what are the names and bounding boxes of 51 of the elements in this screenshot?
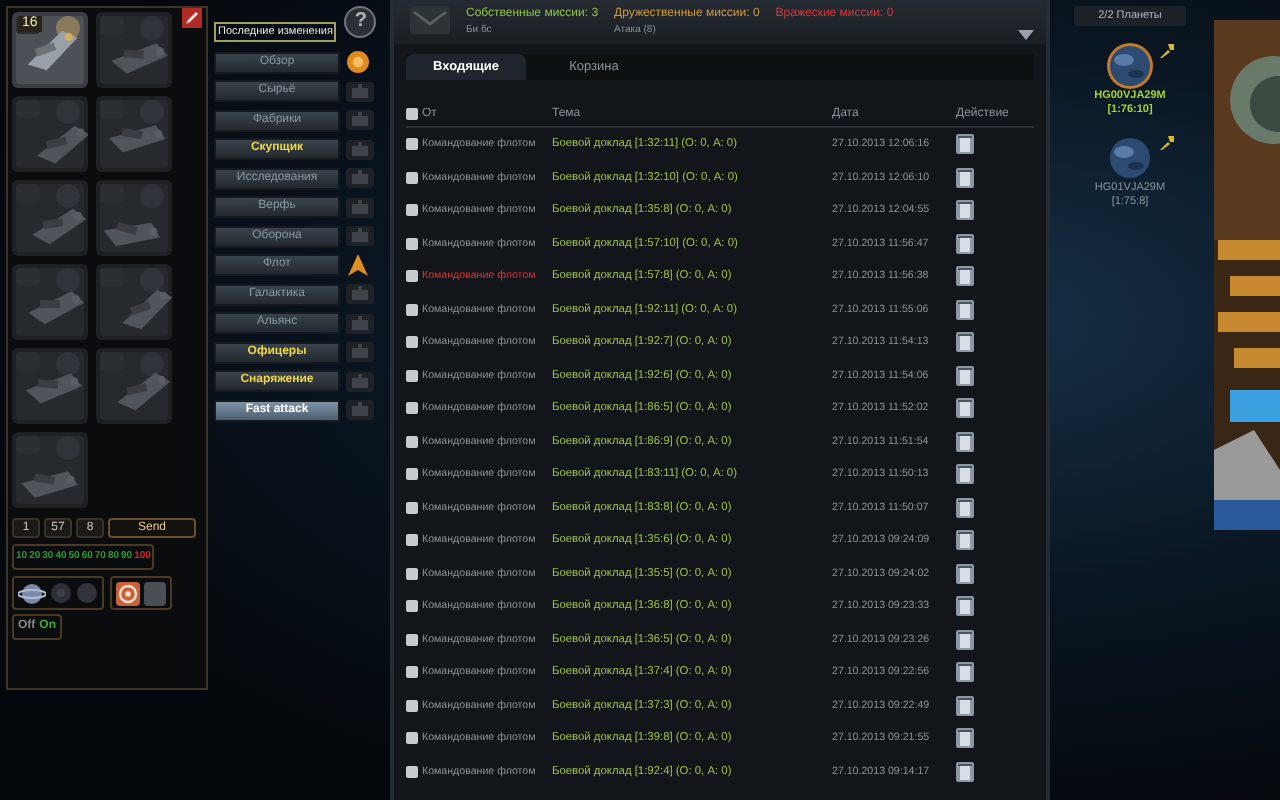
trash-icon[interactable] [956,299,974,320]
trash-icon[interactable] [956,530,974,551]
trash-icon[interactable] [956,695,974,716]
row-checkbox[interactable] [406,138,418,151]
select-all-checkbox[interactable] [406,108,418,120]
trash-icon[interactable] [956,761,974,782]
sun-icon[interactable] [346,50,370,75]
trash-icon[interactable] [956,233,974,254]
row-checkbox[interactable] [406,237,418,250]
row-checkbox[interactable] [406,732,418,745]
trash-icon[interactable] [956,596,974,617]
row-checkbox[interactable] [406,369,418,382]
trash-icon[interactable] [956,728,974,749]
trash-icon[interactable] [956,365,974,386]
row-checkbox[interactable] [406,633,418,646]
trash-icon[interactable] [956,167,974,188]
dropdown-arrow-icon[interactable] [1018,30,1034,40]
trash-icon[interactable] [956,563,974,584]
row-checkbox[interactable] [406,567,418,580]
row-checkbox[interactable] [406,468,418,481]
wrench-icon[interactable] [1160,136,1174,150]
wrench-icon[interactable] [1160,44,1174,58]
help-button[interactable]: ? [344,6,377,38]
row-checkbox[interactable] [406,699,418,712]
trash-icon[interactable] [956,464,974,485]
trash-icon[interactable] [956,431,974,452]
row-checkbox[interactable] [406,765,418,778]
row-checkbox[interactable] [406,204,418,217]
row-checkbox[interactable] [406,402,418,415]
trash-icon[interactable] [956,266,974,287]
pencil-icon[interactable] [182,8,202,28]
rocket-icon[interactable] [346,253,370,278]
target-icon[interactable] [116,581,140,605]
row-checkbox[interactable] [406,336,418,349]
row-checkbox[interactable] [406,171,418,184]
trash-icon[interactable] [956,332,974,353]
row-checkbox[interactable] [406,435,418,448]
row-checkbox[interactable] [406,303,418,316]
row-checkbox[interactable] [406,501,418,514]
row-checkbox[interactable] [406,666,418,679]
row-checkbox[interactable] [406,534,418,547]
trash-icon[interactable] [956,398,974,419]
trash-icon[interactable] [956,662,974,683]
row-checkbox[interactable] [406,270,418,283]
trash-icon[interactable] [956,134,974,155]
trash-icon[interactable] [956,497,974,518]
planet-icon[interactable] [18,581,46,605]
planet-icon[interactable] [1106,42,1154,90]
row-checkbox[interactable] [406,600,418,613]
trash-icon[interactable] [956,200,974,221]
trash-icon[interactable] [956,629,974,650]
